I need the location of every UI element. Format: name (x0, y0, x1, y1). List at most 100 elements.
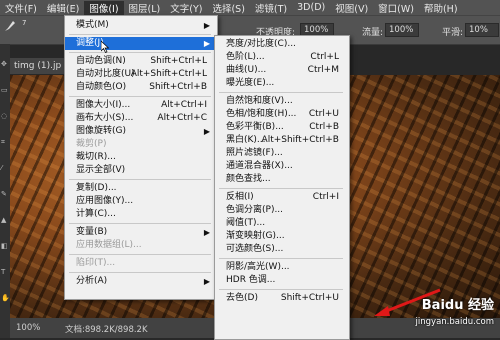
menu-item-label: 渐变映射(G)... (226, 231, 285, 241)
menu-item[interactable]: 自动色调(N) Shift+Ctrl+L (65, 55, 215, 68)
menu-item[interactable]: 图像旋转(G) ▶ (65, 125, 215, 138)
eraser-tool-icon[interactable]: ◧ (1, 242, 9, 250)
menu-item[interactable]: 色调分离(P)... (215, 204, 347, 217)
menu-item[interactable]: 阴影/高光(W)... (215, 261, 347, 274)
smooth-field[interactable]: 10% (465, 23, 499, 37)
crop-tool-icon[interactable]: ⌗ (1, 138, 9, 146)
menu-item-label: 裁剪(P) (76, 139, 107, 149)
menubar-item[interactable]: 编辑(E) (42, 1, 84, 15)
menu-item[interactable]: 计算(C)... (65, 208, 215, 221)
eyedropper-tool-icon[interactable]: ⁄ (1, 164, 9, 172)
menu-item[interactable]: 阈值(T)... (215, 217, 347, 230)
menu-item[interactable]: 色相/饱和度(H)... Ctrl+U (215, 108, 347, 121)
menu-item[interactable]: 应用图像(Y)... (65, 195, 215, 208)
menu-item[interactable]: 亮度/对比度(C)... (215, 38, 347, 51)
menu-item-label: 照片滤镜(F)... (226, 148, 283, 158)
menu-item[interactable]: 颜色查找... (215, 173, 347, 186)
menubar-item[interactable]: 帮助(H) (419, 1, 463, 15)
zoom-level[interactable]: 100% (16, 323, 40, 333)
move-tool-icon[interactable]: ✥ (1, 60, 9, 68)
menu-item-shortcut: Shift+Ctrl+B (149, 82, 207, 92)
menu-separator (219, 188, 343, 189)
menu-item-label: 复制(D)... (76, 183, 117, 193)
marquee-tool-icon[interactable]: ▭ (1, 86, 9, 94)
menu-item[interactable]: 可选颜色(S)... (215, 243, 347, 256)
menu-item-shortcut: Ctrl+M (307, 65, 339, 75)
menubar-item[interactable]: 3D(D) (292, 2, 330, 13)
menu-item[interactable]: 调整(J) ▶ (65, 37, 215, 50)
menu-item[interactable]: 显示全部(V) (65, 164, 215, 177)
lasso-tool-icon[interactable]: ◌ (1, 112, 9, 120)
watermark-logo: Baidu 经验 (421, 298, 494, 313)
menu-item-label: 图像大小(I)... (76, 100, 131, 110)
menu-item[interactable]: HDR 色调... (215, 274, 347, 287)
menu-separator (69, 52, 211, 53)
flow-field[interactable]: 100% (385, 23, 419, 37)
menu-item[interactable]: 曝光度(E)... (215, 77, 347, 90)
menubar-item[interactable]: 选择(S) (207, 1, 249, 15)
brush-tool-icon[interactable]: ✎ (1, 190, 9, 198)
menu-item[interactable]: 画布大小(S)... Alt+Ctrl+C (65, 112, 215, 125)
menu-item[interactable]: 裁切(R)... (65, 151, 215, 164)
menu-item-label: 亮度/对比度(C)... (226, 39, 296, 49)
menu-item[interactable]: 色阶(L)... Ctrl+L (215, 51, 347, 64)
menu-item[interactable]: 模式(M) ▶ (65, 19, 215, 32)
menu-item-label: 显示全部(V) (76, 165, 126, 175)
menu-item[interactable]: 复制(D)... (65, 182, 215, 195)
watermark: Baidu 经验 jingyan.baidu.com (416, 294, 494, 327)
menu-item-label: 自动色调(N) (76, 56, 126, 66)
menu-item-label: 阈值(T)... (226, 218, 266, 228)
menu-separator (69, 272, 211, 273)
menu-item[interactable]: 黑白(K)... Alt+Shift+Ctrl+B (215, 134, 347, 147)
menu-item-label: 图像旋转(G) (76, 126, 126, 136)
text-tool-icon[interactable]: T (1, 268, 9, 276)
menubar-item[interactable]: 窗口(W) (373, 1, 419, 15)
menu-item[interactable]: 自然饱和度(V)... (215, 95, 347, 108)
stamp-tool-icon[interactable]: ▲ (1, 216, 9, 224)
menu-item[interactable]: 去色(D) Shift+Ctrl+U (215, 292, 347, 305)
menu-item: 陷印(T)... (65, 257, 215, 270)
menu-item[interactable]: 反相(I) Ctrl+I (215, 191, 347, 204)
menu-item[interactable]: 变量(B) ▶ (65, 226, 215, 239)
menu-item[interactable]: 自动颜色(O) Shift+Ctrl+B (65, 81, 215, 94)
document-tab[interactable]: timg (1).jp (10, 58, 72, 74)
brush-tool-icon[interactable] (3, 19, 17, 33)
menubar-item[interactable]: 图像(I) (84, 0, 124, 15)
menu-separator (219, 92, 343, 93)
submenu-arrow-icon: ▶ (203, 39, 210, 48)
image-menu: 模式(M) ▶ 调整(J) ▶ 自动色调(N) Shift+Ctrl+L 自动对比度(U) A… (64, 15, 218, 300)
menu-item-label: 陷印(T)... (76, 258, 116, 268)
menu-item[interactable]: 色彩平衡(B)... Ctrl+B (215, 121, 347, 134)
menubar-item[interactable]: 图层(L) (124, 1, 166, 15)
menubar-item[interactable]: 文件(F) (0, 1, 42, 15)
menu-item-label: 色阶(L)... (226, 52, 265, 62)
menu-item[interactable]: 渐变映射(G)... (215, 230, 347, 243)
menu-item[interactable]: 照片滤镜(F)... (215, 147, 347, 160)
watermark-url: jingyan.baidu.com (415, 317, 494, 327)
menu-item[interactable]: 通道混合器(X)... (215, 160, 347, 173)
menubar-item[interactable]: 文字(Y) (165, 1, 207, 15)
menu-item-label: 颜色查找... (226, 174, 271, 184)
menu-item-label: 调整(J) (76, 38, 104, 48)
menu-item[interactable]: 自动对比度(U) Alt+Shift+Ctrl+L (65, 68, 215, 81)
menu-separator (69, 179, 211, 180)
menu-separator (219, 258, 343, 259)
menu-item-label: 黑白(K)... (226, 135, 266, 145)
adjust-submenu: 亮度/对比度(C)... 色阶(L)... Ctrl+L 曲线(U)... Ctrl+M… (214, 35, 350, 340)
menu-item[interactable]: 图像大小(I)... Alt+Ctrl+I (65, 99, 215, 112)
hand-tool-icon[interactable]: ✋ (1, 294, 10, 302)
menu-item[interactable]: 曲线(U)... Ctrl+M (215, 64, 347, 77)
menu-item-label: 可选颜色(S)... (226, 244, 284, 254)
menu-item-shortcut: Ctrl+I (312, 192, 339, 202)
menubar-item[interactable]: 滤镜(T) (250, 1, 292, 15)
mouse-cursor-icon (101, 41, 109, 53)
brush-size-value[interactable]: 7 (22, 19, 26, 27)
submenu-arrow-icon: ▶ (203, 21, 210, 30)
menu-separator (69, 96, 211, 97)
menubar-item[interactable]: 视图(V) (330, 1, 373, 15)
menu-item-label: 计算(C)... (76, 209, 116, 219)
menu-item[interactable]: 分析(A) ▶ (65, 275, 215, 288)
submenu-arrow-icon: ▶ (203, 127, 210, 136)
submenu-arrow-icon: ▶ (203, 228, 210, 237)
menu-item-label: 色调分离(P)... (226, 205, 284, 215)
